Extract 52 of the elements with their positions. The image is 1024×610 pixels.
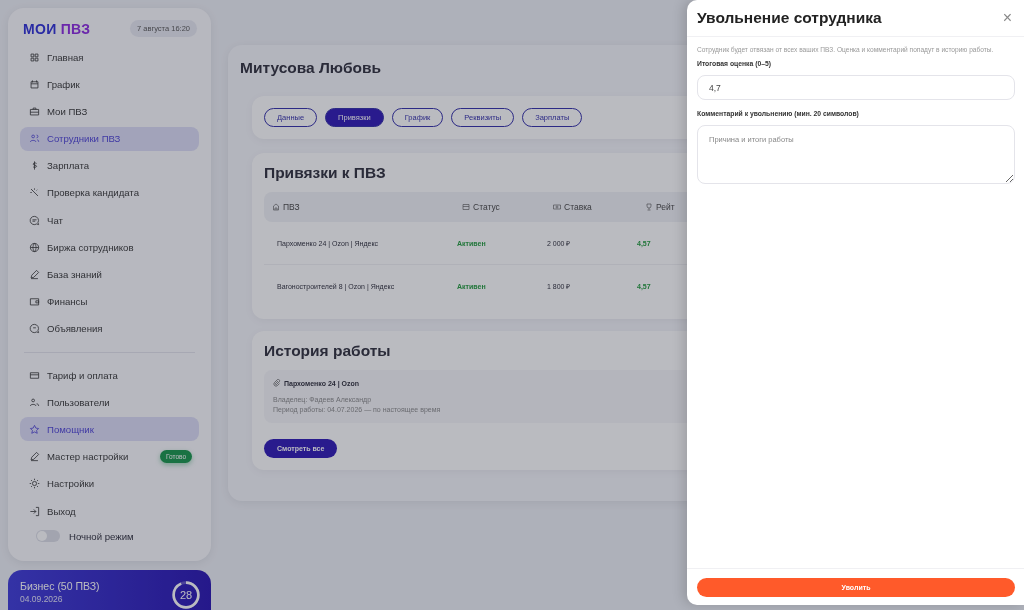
wallet-icon [29,296,40,308]
sparkle-icon [29,187,40,199]
sidebar-item[interactable]: Мои ПВЗ [20,99,199,124]
section-title: Привязки к ПВЗ [264,164,387,182]
drawer-title: Увольнение сотрудника [697,9,882,27]
users-icon [29,396,40,408]
column-header: Рейт [656,202,675,212]
plan-date: 04.09.2026 [20,594,64,604]
progress-ring [171,580,201,610]
globe-icon [29,241,40,253]
sidebar-item[interactable]: Настройки [20,471,199,496]
close-button[interactable]: × [1000,9,1014,27]
sidebar-item[interactable]: Чат [20,208,199,233]
card-icon [462,203,470,211]
sidebar-item[interactable]: Биржа сотрудников [20,235,199,260]
logout-icon [29,505,40,517]
sidebar-item[interactable]: Выход [20,499,199,523]
pencil-icon [29,269,40,280]
gear-icon [29,478,40,490]
sidebar-item[interactable]: Пользователи [20,390,199,415]
section-title: История работы [264,342,392,360]
column-header: ПВЗ [283,202,300,212]
toggle-label: Ночной режим [69,530,134,542]
pencil-icon [29,451,40,463]
plan-name: Бизнес (50 ПВЗ) [20,580,100,592]
sidebar-item[interactable]: Проверка кандидата [20,180,199,205]
banknote-icon [553,203,561,211]
rating-input[interactable]: 4,7 [697,75,1015,101]
toggle-switch[interactable] [36,530,60,543]
sidebar-item[interactable]: База знаний [20,262,199,287]
sidebar-item[interactable]: Зарплата [20,153,199,178]
sidebar-item[interactable]: Финансы [20,289,199,314]
briefcase-icon [29,105,40,117]
sidebar-item[interactable]: Главная [20,45,199,69]
sidebar-item[interactable]: Помощник [20,417,199,442]
sidebar-item[interactable]: Сотрудники ПВЗ [20,126,199,151]
grid-icon [29,51,40,63]
sidebar-item[interactable]: Тариф и оплата [20,363,199,388]
column-header: Ставка [564,202,592,212]
logo: МОИ ПВЗ [23,20,91,37]
chat-bubble-icon [29,214,40,226]
credit-card-icon [29,369,40,381]
users-icon [29,133,40,145]
star-icon [29,423,40,435]
page-title: Митусова Любовь [240,59,382,77]
sidebar-item[interactable]: Объявления [20,316,199,341]
chat-bubble-icon [29,323,40,335]
building-icon [272,203,280,211]
calendar-icon [29,78,40,90]
column-header: Статус [473,202,500,212]
days-count: 28 [179,589,193,601]
sidebar-item[interactable]: График [20,72,199,97]
